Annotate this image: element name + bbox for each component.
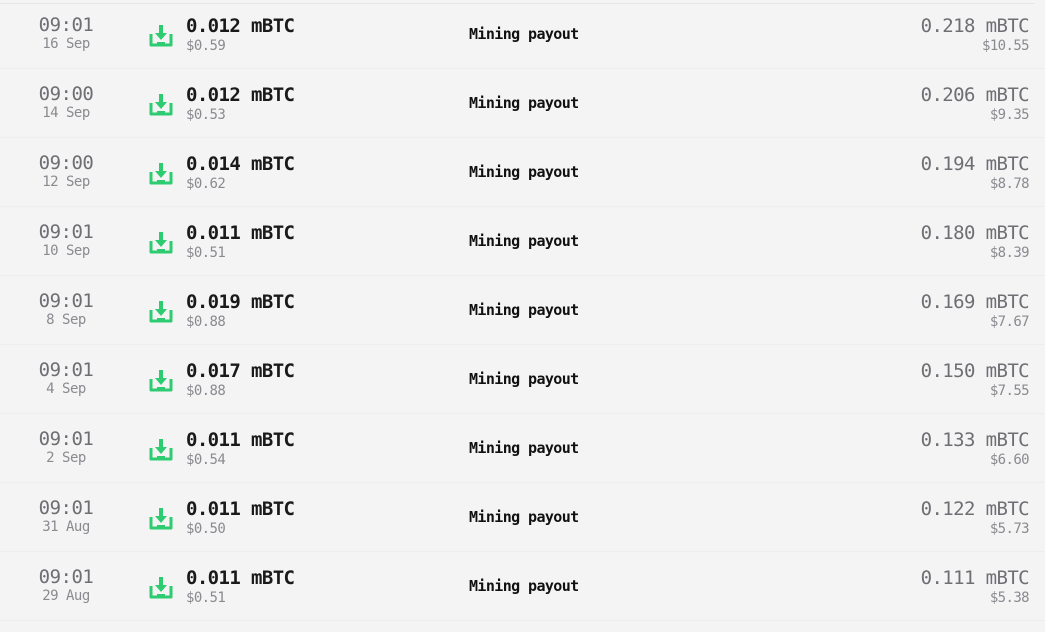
transaction-time: 09:01 bbox=[38, 497, 94, 519]
table-row[interactable]: 09:01 16 Sep 0.012 mBTC $0.59 Mining pay… bbox=[0, 0, 1045, 69]
transaction-time: 09:00 bbox=[38, 83, 94, 105]
transaction-time: 09:01 bbox=[38, 359, 94, 381]
transaction-amount: 0.017 mBTC bbox=[186, 360, 295, 382]
balance: 0.194 mBTC bbox=[920, 153, 1030, 175]
balance-usd: $8.39 bbox=[989, 245, 1030, 261]
transaction-amount: 0.011 mBTC bbox=[186, 222, 295, 244]
transaction-time: 09:01 bbox=[38, 290, 94, 312]
table-row[interactable]: 09:01 31 Aug 0.011 mBTC $0.50 Mining pay… bbox=[0, 483, 1045, 552]
balance-usd: $9.35 bbox=[989, 107, 1030, 123]
transaction-amount: 0.011 mBTC bbox=[186, 567, 295, 589]
transaction-description: Mining payout bbox=[469, 301, 579, 319]
balance: 0.150 mBTC bbox=[920, 360, 1030, 382]
transaction-amount-usd: $0.51 bbox=[186, 245, 226, 261]
transaction-date: 2 Sep bbox=[46, 450, 86, 466]
transaction-description: Mining payout bbox=[469, 370, 579, 388]
table-row[interactable]: 09:01 8 Sep 0.019 mBTC $0.88 Mining payo… bbox=[0, 276, 1045, 345]
transaction-date: 10 Sep bbox=[42, 243, 90, 259]
transaction-description: Mining payout bbox=[469, 25, 579, 43]
balance-usd: $7.67 bbox=[989, 314, 1030, 330]
balance: 0.169 mBTC bbox=[920, 291, 1030, 313]
balance-usd: $8.78 bbox=[989, 176, 1030, 192]
download-icon bbox=[148, 367, 174, 393]
table-row[interactable]: 09:01 4 Sep 0.017 mBTC $0.88 Mining payo… bbox=[0, 345, 1045, 414]
balance: 0.122 mBTC bbox=[920, 498, 1030, 520]
transaction-time: 09:01 bbox=[38, 221, 94, 243]
balance-usd: $7.55 bbox=[989, 383, 1030, 399]
transaction-description: Mining payout bbox=[469, 439, 579, 457]
transaction-amount-usd: $0.59 bbox=[186, 38, 226, 54]
balance-usd: $5.73 bbox=[989, 521, 1030, 537]
transaction-amount: 0.012 mBTC bbox=[186, 84, 295, 106]
download-icon bbox=[148, 505, 174, 531]
transaction-amount-usd: $0.53 bbox=[186, 107, 226, 123]
balance: 0.206 mBTC bbox=[920, 84, 1030, 106]
download-icon bbox=[148, 91, 174, 117]
table-row[interactable]: 09:00 12 Sep 0.014 mBTC $0.62 Mining pay… bbox=[0, 138, 1045, 207]
transaction-time: 09:01 bbox=[38, 14, 94, 36]
download-icon bbox=[148, 22, 174, 48]
transaction-amount-usd: $0.62 bbox=[186, 176, 226, 192]
transaction-amount-usd: $0.50 bbox=[186, 521, 226, 537]
transaction-amount: 0.012 mBTC bbox=[186, 15, 295, 37]
download-icon bbox=[148, 160, 174, 186]
transaction-date: 29 Aug bbox=[42, 588, 90, 604]
balance-usd: $6.60 bbox=[989, 452, 1030, 468]
transaction-date: 4 Sep bbox=[46, 381, 86, 397]
balance-usd: $5.38 bbox=[989, 590, 1030, 606]
transaction-amount: 0.011 mBTC bbox=[186, 429, 295, 451]
transaction-time: 09:01 bbox=[38, 428, 94, 450]
transaction-description: Mining payout bbox=[469, 508, 579, 526]
transactions-list: 09:01 16 Sep 0.012 mBTC $0.59 Mining pay… bbox=[0, 0, 1045, 632]
table-row[interactable]: 09:01 2 Sep 0.011 mBTC $0.54 Mining payo… bbox=[0, 414, 1045, 483]
transaction-date: 12 Sep bbox=[42, 174, 90, 190]
transaction-amount-usd: $0.88 bbox=[186, 383, 226, 399]
download-icon bbox=[148, 574, 174, 600]
transaction-amount: 0.011 mBTC bbox=[186, 498, 295, 520]
table-row[interactable]: 09:01 10 Sep 0.011 mBTC $0.51 Mining pay… bbox=[0, 207, 1045, 276]
transaction-description: Mining payout bbox=[469, 232, 579, 250]
transaction-amount-usd: $0.88 bbox=[186, 314, 226, 330]
download-icon bbox=[148, 229, 174, 255]
transaction-description: Mining payout bbox=[469, 577, 579, 595]
download-icon bbox=[148, 436, 174, 462]
transaction-amount: 0.019 mBTC bbox=[186, 291, 295, 313]
transaction-description: Mining payout bbox=[469, 94, 579, 112]
transaction-amount: 0.014 mBTC bbox=[186, 153, 295, 175]
transaction-date: 8 Sep bbox=[46, 312, 86, 328]
transaction-date: 16 Sep bbox=[42, 36, 90, 52]
balance: 0.133 mBTC bbox=[920, 429, 1030, 451]
transaction-description: Mining payout bbox=[469, 163, 579, 181]
table-row[interactable]: 09:00 14 Sep 0.012 mBTC $0.53 Mining pay… bbox=[0, 69, 1045, 138]
transaction-date: 31 Aug bbox=[42, 519, 90, 535]
transaction-time: 09:00 bbox=[38, 152, 94, 174]
transaction-amount-usd: $0.51 bbox=[186, 590, 226, 606]
transaction-amount-usd: $0.54 bbox=[186, 452, 226, 468]
transaction-time: 09:01 bbox=[38, 566, 94, 588]
balance: 0.180 mBTC bbox=[920, 222, 1030, 244]
balance-usd: $10.55 bbox=[982, 38, 1030, 54]
balance: 0.218 mBTC bbox=[920, 15, 1030, 37]
transaction-date: 14 Sep bbox=[42, 105, 90, 121]
download-icon bbox=[148, 298, 174, 324]
table-row[interactable]: 09:01 29 Aug 0.011 mBTC $0.51 Mining pay… bbox=[0, 552, 1045, 621]
balance: 0.111 mBTC bbox=[920, 567, 1030, 589]
